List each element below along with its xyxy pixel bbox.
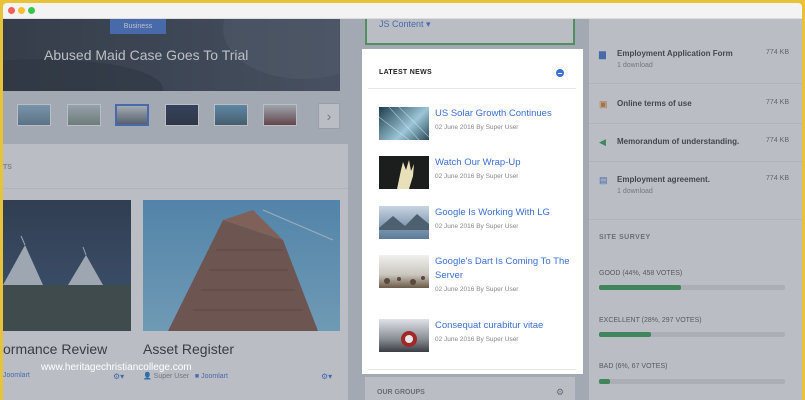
news-thumbnail[interactable] xyxy=(379,156,429,189)
our-groups-module: OUR GROUPS ⚙ xyxy=(365,377,575,400)
article-meta: Joomlart xyxy=(3,372,30,379)
category-badge[interactable]: Business xyxy=(110,19,166,34)
js-content-dropdown[interactable]: JS Content ▾ xyxy=(379,19,431,30)
news-item[interactable]: Consequat curabitur vitae 02 June 2016 B… xyxy=(379,319,579,359)
news-item[interactable]: Google's Dart Is Coming To The Server 02… xyxy=(379,255,579,295)
download-name[interactable]: Employment Application Form xyxy=(617,49,733,58)
chevron-right-icon[interactable]: › xyxy=(318,103,340,129)
download-name[interactable]: Employment agreement. xyxy=(617,175,710,184)
download-size: 774 KB xyxy=(766,137,789,144)
thumbnail[interactable] xyxy=(214,104,248,126)
news-thumbnail[interactable] xyxy=(379,107,429,140)
groups-heading: OUR GROUPS xyxy=(377,389,425,396)
news-meta: 02 June 2016 By Super User xyxy=(435,124,519,131)
news-item[interactable]: Google Is Working With LG 02 June 2016 B… xyxy=(379,206,579,246)
divider xyxy=(589,219,802,220)
user-icon: 👤 xyxy=(143,373,152,380)
article-image[interactable] xyxy=(3,200,131,331)
minimize-icon[interactable] xyxy=(556,69,564,77)
file-icon: ▆ xyxy=(599,49,606,59)
news-thumbnail[interactable] xyxy=(379,206,429,239)
divider xyxy=(368,88,576,89)
divider xyxy=(589,123,802,124)
title-bar xyxy=(3,3,802,19)
module-heading: LATEST NEWS xyxy=(379,69,432,76)
download-count: 1 download xyxy=(617,62,653,69)
news-meta: 02 June 2016 By Super User xyxy=(435,336,519,343)
thumbnail-strip: › xyxy=(3,97,343,133)
article-meta: 👤 Super User ■ Joomlart xyxy=(143,372,228,380)
js-content-box: JS Content ▾ xyxy=(365,19,575,45)
news-meta: 02 June 2016 By Super User xyxy=(435,286,519,293)
download-size: 774 KB xyxy=(766,99,789,106)
speaker-icon: ◀ xyxy=(599,137,606,147)
article-image[interactable] xyxy=(143,200,340,331)
tents-illustration xyxy=(3,235,131,331)
poll-bar-fill xyxy=(599,332,652,337)
article-title[interactable]: ormance Review xyxy=(3,341,107,357)
poll-bar xyxy=(599,285,785,290)
poll-bar xyxy=(599,379,785,384)
folder-icon: ■ xyxy=(194,373,200,380)
database-icon: ▤ xyxy=(599,175,608,185)
gear-icon[interactable]: ⚙▾ xyxy=(321,372,332,381)
news-item[interactable]: US Solar Growth Continues 02 June 2016 B… xyxy=(379,107,579,147)
mountain-lake-illustration xyxy=(379,214,429,230)
divider xyxy=(3,188,348,189)
article-title[interactable]: Asset Register xyxy=(143,341,234,357)
poll-option-label: EXCELLENT (28%, 297 VOTES) xyxy=(599,317,702,324)
poll-bar-fill xyxy=(599,379,611,384)
thumbnail[interactable] xyxy=(17,104,51,126)
poll-option-label: GOOD (44%, 458 VOTES) xyxy=(599,270,683,277)
news-title[interactable]: Consequat curabitur vitae xyxy=(435,319,575,333)
download-size: 774 KB xyxy=(766,175,789,182)
download-size: 774 KB xyxy=(766,49,789,56)
film-icon: ▣ xyxy=(599,99,608,109)
survey-heading: SITE SURVEY xyxy=(599,234,651,241)
download-name[interactable]: Online terms of use xyxy=(617,99,692,108)
car-illustration xyxy=(401,331,417,347)
hero-title[interactable]: Abused Maid Case Goes To Trial xyxy=(44,47,248,63)
poll-bar-fill xyxy=(599,285,681,290)
watermark: www.heritagechristiancollege.com xyxy=(41,362,192,373)
divider xyxy=(589,161,802,162)
hero-slider[interactable]: Business Abused Maid Case Goes To Trial xyxy=(3,19,340,91)
solar-panel-illustration xyxy=(379,107,429,140)
news-title[interactable]: US Solar Growth Continues xyxy=(435,107,575,121)
page-content: Business Abused Maid Case Goes To Trial … xyxy=(3,19,802,400)
download-count: 1 download xyxy=(617,188,653,195)
download-name[interactable]: Memorandum of understanding. xyxy=(617,137,739,146)
snow-field-illustration xyxy=(384,276,425,285)
divider xyxy=(368,369,576,370)
minimize-window-button[interactable] xyxy=(18,7,25,14)
right-sidebar: ▆ Employment Application Form 774 KB 1 d… xyxy=(589,19,802,400)
latest-news-module: LATEST NEWS US Solar Growth Continues 02… xyxy=(362,49,583,374)
maximize-window-button[interactable] xyxy=(28,7,35,14)
thumbnail[interactable] xyxy=(165,104,199,126)
category-link[interactable]: Joomlart xyxy=(201,373,228,380)
news-item[interactable]: Watch Our Wrap-Up 02 June 2016 By Super … xyxy=(379,156,579,196)
section-heading: TS xyxy=(3,164,12,171)
hand-illustration xyxy=(397,160,414,189)
news-title[interactable]: Watch Our Wrap-Up xyxy=(435,156,575,170)
browser-window: Business Abused Maid Case Goes To Trial … xyxy=(3,3,802,400)
thumbnail[interactable] xyxy=(263,104,297,126)
poll-bar xyxy=(599,332,785,337)
thumbnail[interactable] xyxy=(67,104,101,126)
news-meta: 02 June 2016 By Super User xyxy=(435,223,519,230)
divider xyxy=(589,83,802,84)
author-name[interactable]: Super User xyxy=(154,373,189,380)
news-thumbnail[interactable] xyxy=(379,319,429,352)
news-meta: 02 June 2016 By Super User xyxy=(435,173,519,180)
gear-icon[interactable]: ⚙ xyxy=(556,387,564,398)
close-window-button[interactable] xyxy=(8,7,15,14)
news-title[interactable]: Google Is Working With LG xyxy=(435,206,575,220)
gear-icon[interactable]: ⚙▾ xyxy=(113,372,124,381)
news-thumbnail[interactable] xyxy=(379,255,429,288)
poll-option-label: BAD (6%, 67 VOTES) xyxy=(599,363,668,370)
thumbnail-selected[interactable] xyxy=(115,104,149,126)
news-title[interactable]: Google's Dart Is Coming To The Server xyxy=(435,255,575,283)
category-link[interactable]: Joomlart xyxy=(3,372,30,379)
skyscraper-illustration xyxy=(168,209,334,331)
